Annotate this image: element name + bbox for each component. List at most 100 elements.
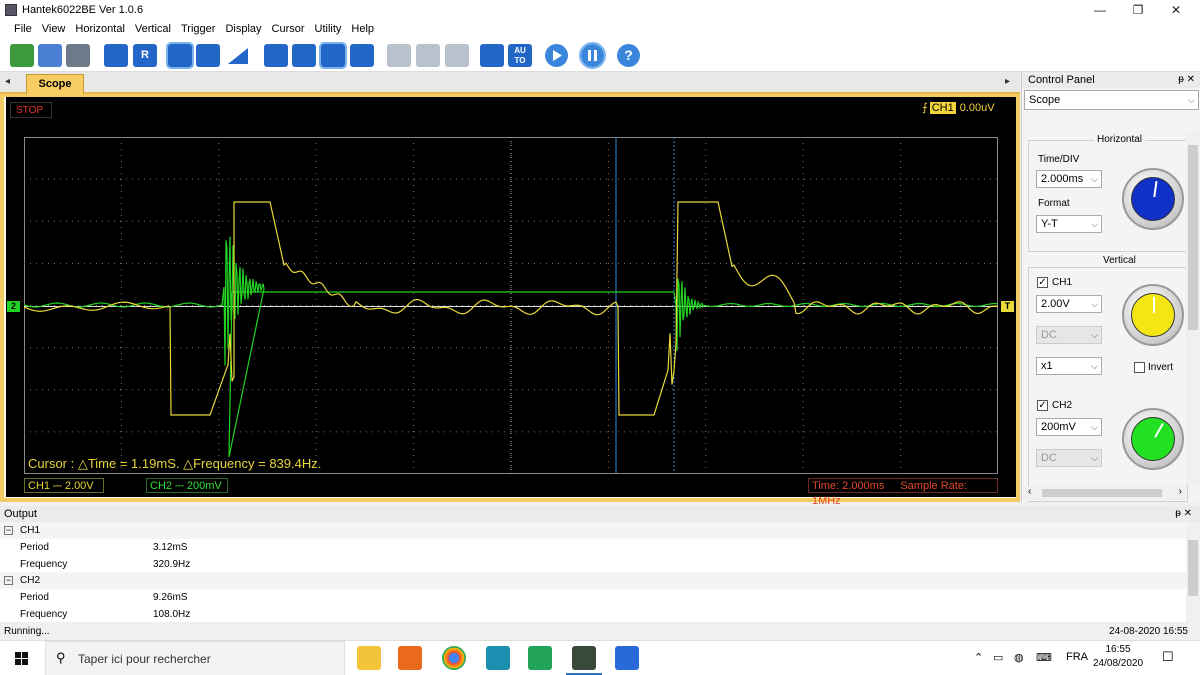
save-icon[interactable] bbox=[38, 44, 62, 67]
taskbar-clock[interactable]: 16:55 24/08/2020 bbox=[1093, 643, 1143, 671]
menu-cursor[interactable]: Cursor bbox=[267, 20, 310, 35]
minimize-button[interactable]: — bbox=[1080, 0, 1120, 20]
vertical-cursor-icon[interactable] bbox=[319, 42, 347, 69]
panel-mode-select[interactable]: Scope ⌵ bbox=[1024, 90, 1199, 110]
ch1-probe-select[interactable]: x1 ⌵ bbox=[1036, 357, 1102, 375]
ch1-coupling-select: DC ⌵ bbox=[1036, 326, 1102, 344]
network-icon[interactable]: ◍ bbox=[1014, 651, 1024, 664]
menu-help[interactable]: Help bbox=[346, 20, 379, 35]
ch2-volts-knob[interactable] bbox=[1122, 408, 1184, 470]
control-panel-horizontal-scrollbar[interactable]: ‹ › bbox=[1024, 486, 1186, 500]
app-icon bbox=[5, 4, 17, 16]
ch2-volts-select[interactable]: 200mV ⌵ bbox=[1036, 418, 1102, 436]
reference-button[interactable]: R bbox=[133, 44, 157, 67]
panel-mode-value: Scope bbox=[1029, 94, 1061, 106]
pulse-rising-icon[interactable] bbox=[166, 42, 194, 69]
windows-start-icon[interactable] bbox=[0, 641, 45, 675]
menu-vertical[interactable]: Vertical bbox=[130, 20, 176, 35]
sine-wave-icon[interactable] bbox=[416, 44, 440, 67]
ch2-coupling-select: DC ⌵ bbox=[1036, 449, 1102, 467]
timediv-label: Time/DIV bbox=[1038, 154, 1080, 165]
ch2-ground-marker[interactable]: 2 bbox=[7, 301, 20, 312]
photos-icon[interactable] bbox=[615, 646, 639, 670]
format-label: Format bbox=[1038, 198, 1070, 209]
title-bar: Hantek6022BE Ver 1.0.6 — ❐ ✕ bbox=[0, 0, 1200, 20]
output-panel-header: Output ᵽ ✕ bbox=[0, 506, 1200, 522]
timebase-knob[interactable] bbox=[1122, 168, 1184, 230]
language-indicator[interactable]: FRA bbox=[1066, 651, 1088, 663]
ramp-icon[interactable] bbox=[226, 44, 250, 67]
timediv-select[interactable]: 2.000ms ⌵ bbox=[1036, 170, 1102, 188]
output-group-ch1[interactable]: − CH1 bbox=[0, 522, 1186, 539]
triangle-wave-icon[interactable] bbox=[445, 44, 469, 67]
play-icon[interactable] bbox=[545, 44, 568, 67]
auto-button[interactable]: AU TO bbox=[508, 44, 532, 67]
output-scrollbar[interactable] bbox=[1186, 522, 1200, 622]
tray-overflow-icon[interactable]: ⌃ bbox=[974, 651, 983, 664]
ch1-volts-knob[interactable] bbox=[1122, 284, 1184, 346]
autoset-icon[interactable] bbox=[104, 44, 128, 67]
menu-trigger[interactable]: Trigger bbox=[176, 20, 220, 35]
collapse-icon[interactable]: − bbox=[4, 576, 13, 585]
tab-scope[interactable]: Scope bbox=[26, 74, 84, 94]
control-panel-vertical-scrollbar[interactable] bbox=[1186, 131, 1200, 485]
cross-cursor-icon[interactable] bbox=[292, 44, 316, 67]
battery-icon[interactable]: ▭ bbox=[993, 651, 1003, 664]
scope-graticule[interactable] bbox=[24, 137, 998, 474]
menu-horizontal[interactable]: Horizontal bbox=[70, 20, 130, 35]
invert-checkbox[interactable] bbox=[1134, 362, 1145, 373]
close-button[interactable]: ✕ bbox=[1156, 0, 1196, 20]
taskbar-search-box[interactable]: ⚲ Taper ici pour rechercher bbox=[45, 641, 345, 675]
output-group-ch2[interactable]: − CH2 bbox=[0, 572, 1186, 589]
chrome-icon[interactable] bbox=[442, 646, 466, 670]
chevron-down-icon: ⌵ bbox=[1091, 219, 1098, 229]
format-select[interactable]: Y-T ⌵ bbox=[1036, 215, 1102, 233]
step-wave-icon[interactable] bbox=[387, 44, 411, 67]
office-icon[interactable] bbox=[398, 646, 422, 670]
scroll-left-icon[interactable]: ‹ bbox=[1028, 486, 1031, 497]
timebase-readout: Time: 2.000ms Sample Rate: 1MHz bbox=[808, 478, 998, 507]
file-explorer-icon[interactable] bbox=[357, 646, 381, 670]
menu-file[interactable]: File bbox=[0, 20, 37, 35]
arduino-icon[interactable] bbox=[486, 646, 510, 670]
ch1-enable-checkbox[interactable]: ✓ bbox=[1037, 277, 1048, 288]
timediv-value: 2.000ms bbox=[1041, 173, 1084, 185]
scroll-thumb[interactable] bbox=[1042, 489, 1162, 497]
tab-scroll-left-icon[interactable]: ◂ bbox=[5, 76, 10, 87]
open-icon[interactable] bbox=[10, 44, 34, 67]
search-icon: ⚲ bbox=[56, 650, 66, 665]
ch2-enable-checkbox[interactable]: ✓ bbox=[1037, 400, 1048, 411]
chevron-down-icon: ⌵ bbox=[1091, 361, 1098, 371]
tab-scroll-right-icon[interactable]: ▸ bbox=[1005, 76, 1010, 87]
output-value: 3.12mS bbox=[153, 542, 188, 553]
scroll-thumb[interactable] bbox=[1188, 540, 1198, 596]
excel-icon[interactable] bbox=[528, 646, 552, 670]
menu-view[interactable]: View bbox=[37, 20, 71, 35]
output-key: Period bbox=[20, 542, 49, 553]
pulse-falling-icon[interactable] bbox=[196, 44, 220, 67]
maximize-button[interactable]: ❐ bbox=[1118, 0, 1158, 20]
refresh-icon[interactable] bbox=[480, 44, 504, 67]
ch1-volts-select[interactable]: 2.00V ⌵ bbox=[1036, 295, 1102, 313]
panel-pin-close-icon[interactable]: ᵽ ✕ bbox=[1178, 72, 1195, 88]
menu-utility[interactable]: Utility bbox=[310, 20, 347, 35]
hantek-taskbar-icon[interactable] bbox=[566, 646, 602, 675]
pause-icon[interactable] bbox=[579, 42, 606, 69]
scroll-thumb[interactable] bbox=[1188, 145, 1198, 330]
notifications-icon[interactable]: ☐ bbox=[1162, 649, 1174, 665]
menu-display[interactable]: Display bbox=[220, 20, 266, 35]
keyboard-icon[interactable]: ⌨ bbox=[1036, 651, 1052, 664]
collapse-icon[interactable]: − bbox=[4, 526, 13, 535]
trigger-level-marker[interactable]: T bbox=[1001, 301, 1014, 312]
print-icon[interactable] bbox=[66, 44, 90, 67]
clock-time: 16:55 bbox=[1105, 644, 1131, 655]
time-readout: Time: 2.000ms bbox=[812, 480, 885, 492]
app-status-datetime: 24-08-2020 16:55 bbox=[1109, 626, 1188, 637]
ch1-volts-value: 2.00V bbox=[1041, 298, 1070, 310]
chevron-down-icon: ⌵ bbox=[1091, 453, 1098, 463]
help-button[interactable]: ? bbox=[617, 44, 640, 67]
cursor-select-icon[interactable] bbox=[264, 44, 288, 67]
panel-pin-close-icon[interactable]: ᵽ ✕ bbox=[1175, 506, 1192, 522]
horizontal-cursor-icon[interactable] bbox=[350, 44, 374, 67]
scroll-right-icon[interactable]: › bbox=[1179, 486, 1182, 497]
